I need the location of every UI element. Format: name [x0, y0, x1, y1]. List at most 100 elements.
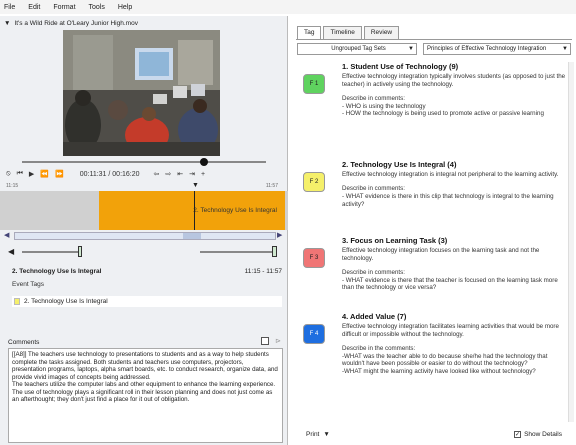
- selected-tag-title: 2. Technology Use Is Integral: [12, 268, 102, 275]
- tagset-group-value: Ungrouped Tag Sets: [331, 46, 386, 52]
- timeline-start-label: 11:15: [6, 183, 19, 189]
- play-icon[interactable]: ▶: [29, 170, 34, 178]
- tag-line: -WHAT might the learning activity have l…: [342, 368, 536, 376]
- menu-bar: File Edit Format Tools Help: [0, 0, 576, 14]
- tag-description: Effective technology integration typical…: [342, 73, 566, 89]
- print-button[interactable]: Print ▼: [306, 431, 330, 438]
- tagset-group-select[interactable]: Ungrouped Tag Sets ▼: [297, 43, 417, 55]
- rewind-icon[interactable]: ⏪: [40, 170, 49, 178]
- tag-description: Effective technology integration facilit…: [342, 323, 559, 339]
- speaker-icon: ◀: [8, 247, 15, 256]
- movie-title-bar: ▼ It's a Wild Ride at O'Leary Junior Hig…: [0, 17, 287, 29]
- timeline-labels: 11:15 11:57 ▼: [0, 182, 288, 191]
- tag-prompt: Describe in comments:: [342, 94, 405, 102]
- timecode: 00:11:31 / 00:16:20: [79, 170, 140, 178]
- tag-item[interactable]: F 4 4. Added Value (7) Effective technol…: [300, 312, 562, 412]
- event-tags-label: Event Tags: [12, 281, 45, 288]
- timeline-end-label: 11:57: [265, 183, 278, 189]
- tag-key-badge[interactable]: F 3: [303, 248, 325, 268]
- menu-format[interactable]: Format: [53, 4, 75, 11]
- stop-icon[interactable]: ⦸: [6, 170, 11, 178]
- scroll-thumb[interactable]: [183, 233, 201, 239]
- tag-key-badge[interactable]: F 1: [303, 74, 325, 94]
- attach-icon[interactable]: ⊳: [275, 337, 281, 345]
- tab-timeline[interactable]: Timeline: [323, 26, 362, 39]
- tag-line: - WHAT evidence is there that the teache…: [342, 276, 558, 292]
- tag-list-scrollbar[interactable]: [568, 62, 574, 422]
- volume-track: [22, 251, 82, 253]
- tag-prompt: Describe in comments:: [342, 185, 405, 193]
- tab-tag[interactable]: Tag: [297, 26, 322, 39]
- playhead-line: [194, 191, 195, 230]
- chevron-down-icon: ▼: [562, 46, 568, 52]
- checkbox-checked-icon[interactable]: ✓: [514, 430, 522, 438]
- right-footer: Print ▼ ✓ Show Details: [292, 425, 576, 443]
- tag-item[interactable]: F 1 1. Student Use of Technology (9) Eff…: [300, 62, 565, 146]
- tag-title: 4. Added Value (7): [342, 312, 407, 321]
- chevron-down-icon: ▼: [408, 46, 414, 52]
- tagset-dropdowns: Ungrouped Tag Sets ▼ Principles of Effec…: [297, 43, 576, 55]
- selected-tag-range: 11:15 - 11:57: [244, 268, 282, 275]
- tag-item[interactable]: F 2 2. Technology Use Is Integral (4) Ef…: [300, 160, 562, 230]
- tab-bar: Tag Timeline Review: [297, 26, 400, 39]
- playhead-marker-icon: ▼: [192, 182, 199, 189]
- tab-review[interactable]: Review: [363, 26, 400, 39]
- tag-item[interactable]: F 3 3. Focus on Learning Task (3) Effect…: [300, 236, 562, 306]
- tag-description: Effective technology integration focuses…: [342, 247, 540, 263]
- movie-title: It's a Wild Ride at O'Leary Junior High.…: [14, 19, 138, 27]
- menu-help[interactable]: Help: [118, 4, 132, 11]
- event-tag-row[interactable]: 2. Technology Use Is Integral: [12, 296, 282, 307]
- event-tag-label: 2. Technology Use Is Integral: [24, 298, 108, 305]
- comments-textarea[interactable]: [[A8]] The teachers use technology to pr…: [8, 348, 283, 443]
- volume-thumb[interactable]: [78, 246, 82, 257]
- zoom-track: [200, 251, 274, 253]
- tag-prompt: Describe in comments:: [342, 268, 405, 276]
- tag-key-badge[interactable]: F 2: [303, 172, 325, 192]
- tag-line: - WHAT evidence is there in this clip th…: [342, 192, 554, 208]
- tagset-value: Principles of Effective Technology Integ…: [427, 46, 547, 52]
- print-label: Print: [306, 430, 320, 438]
- volume-zoom-row: ◀: [0, 244, 288, 260]
- tag-color-swatch: [14, 298, 20, 305]
- comments-label: Comments: [8, 338, 40, 346]
- expand-comments-icon[interactable]: [261, 337, 269, 345]
- show-details-label: Show Details: [524, 430, 562, 438]
- menu-tools[interactable]: Tools: [89, 4, 105, 11]
- add-icon[interactable]: +: [201, 171, 205, 178]
- tag-key-badge[interactable]: F 4: [303, 324, 325, 344]
- mark-out-icon[interactable]: ⇥: [189, 170, 195, 178]
- seek-handle[interactable]: [200, 158, 208, 166]
- tag-prompt: Describe in the comments:: [342, 344, 416, 352]
- tag-title: 2. Technology Use Is Integral (4): [342, 160, 457, 169]
- tag-line: - HOW the technology is being used to pr…: [342, 110, 544, 118]
- scroll-right-icon[interactable]: ▶: [277, 231, 282, 239]
- mark-in-icon[interactable]: ⇤: [177, 170, 183, 178]
- tag-list: F 1 1. Student Use of Technology (9) Eff…: [300, 62, 570, 422]
- scroll-left-icon[interactable]: ◀: [4, 231, 9, 239]
- tag-title: 1. Student Use of Technology (9): [342, 62, 459, 71]
- fast-forward-icon[interactable]: ⏩: [55, 170, 64, 178]
- tag-line: -WHAT was the teacher able to do because…: [342, 352, 548, 368]
- step-back-icon[interactable]: ⇦: [154, 170, 160, 178]
- tag-description: Effective technology integration is inte…: [342, 171, 559, 179]
- comments-header: Comments ⊳: [8, 337, 283, 347]
- menu-edit[interactable]: Edit: [28, 4, 40, 11]
- timeline-segment-label: 2. Technology Use Is Integral: [193, 207, 277, 214]
- tagset-select[interactable]: Principles of Effective Technology Integ…: [423, 43, 571, 55]
- menu-file[interactable]: File: [4, 4, 15, 11]
- video-player[interactable]: [63, 30, 220, 156]
- step-forward-icon[interactable]: ⇨: [165, 170, 171, 178]
- skip-back-icon[interactable]: ⏮: [17, 170, 23, 178]
- classroom-video-frame: [63, 30, 220, 156]
- chevron-down-icon: ▼: [323, 430, 330, 438]
- timeline-segment[interactable]: 2. Technology Use Is Integral: [99, 191, 285, 230]
- selected-tag-info: 2. Technology Use Is Integral 11:15 - 11…: [12, 268, 282, 288]
- tag-title: 3. Focus on Learning Task (3): [342, 236, 448, 245]
- tab-divider: [296, 39, 572, 40]
- tag-line: - WHO is using the technology: [342, 102, 426, 110]
- show-details-toggle[interactable]: ✓ Show Details: [514, 430, 562, 438]
- zoom-thumb[interactable]: [272, 246, 277, 257]
- timeline-scrollbar[interactable]: [14, 232, 276, 240]
- transport-controls: ⦸ ⏮ ▶ ⏪ ⏩ 00:11:31 / 00:16:20 ⇦ ⇨ ⇤ ⇥ +: [0, 166, 288, 182]
- collapse-triangle-icon[interactable]: ▼: [4, 20, 10, 27]
